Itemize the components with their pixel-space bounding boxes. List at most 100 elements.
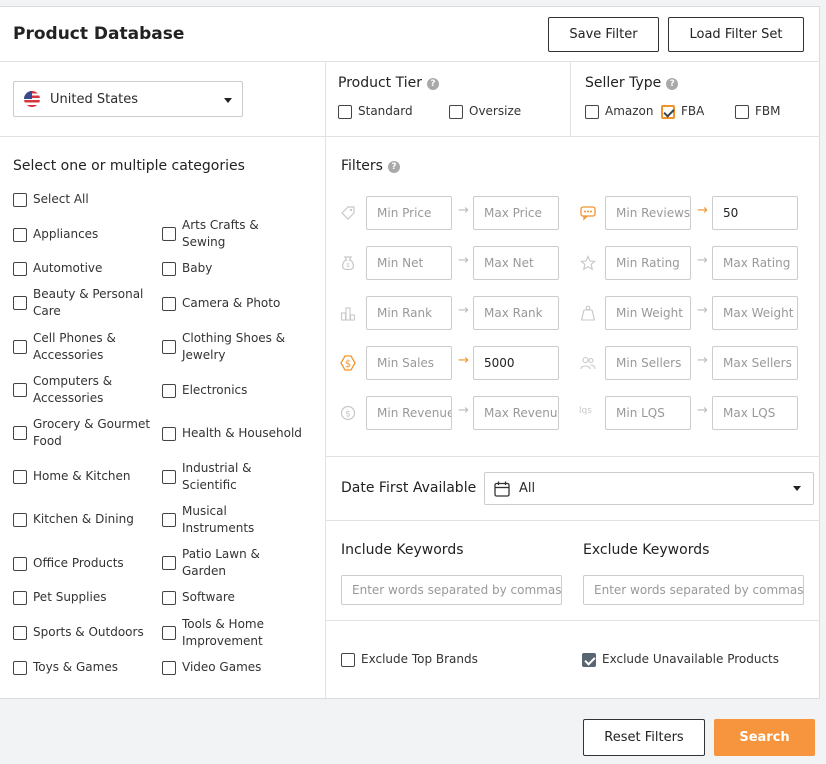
- category-checkbox[interactable]: Tools & Home Improvement: [162, 616, 277, 650]
- help-icon[interactable]: ?: [427, 78, 439, 90]
- min-revenue-input[interactable]: Min Revenue: [366, 396, 452, 430]
- category-checkbox[interactable]: Musical Instruments: [162, 503, 262, 537]
- chevron-down-icon: [224, 98, 232, 103]
- min-sales-input[interactable]: Min Sales: [366, 346, 452, 380]
- divider: [0, 136, 820, 137]
- arrow-right-icon: →: [697, 253, 708, 268]
- category-checkbox[interactable]: Grocery & Gourmet Food: [13, 416, 158, 450]
- divider: [326, 456, 820, 457]
- include-keywords-input[interactable]: Enter words separated by commas: [341, 575, 562, 605]
- svg-text:$: $: [345, 410, 351, 420]
- category-checkbox[interactable]: Computers & Accessories: [13, 373, 133, 407]
- arrow-right-icon: →: [458, 203, 469, 218]
- chevron-down-icon: [793, 486, 801, 491]
- min-reviews-input[interactable]: Min Reviews: [605, 196, 691, 230]
- divider: [570, 62, 571, 136]
- max-rank-input[interactable]: Max Rank: [473, 296, 559, 330]
- min-rank-input[interactable]: Min Rank: [366, 296, 452, 330]
- country-select[interactable]: United States: [13, 81, 243, 117]
- min-price-input[interactable]: Min Price: [366, 196, 452, 230]
- category-select-all-checkbox[interactable]: Select All: [13, 191, 89, 208]
- filters-label: Filters?: [341, 158, 400, 174]
- search-button[interactable]: Search: [714, 719, 815, 756]
- sellers-people-icon: [580, 356, 596, 370]
- min-weight-input[interactable]: Min Weight: [605, 296, 691, 330]
- max-reviews-input[interactable]: 50: [712, 196, 798, 230]
- category-checkbox[interactable]: Video Games: [162, 659, 261, 676]
- price-tag-icon: [341, 206, 355, 220]
- checkbox-checked-icon: [582, 652, 596, 667]
- category-checkbox[interactable]: Pet Supplies: [13, 589, 106, 606]
- arrow-right-icon: →: [697, 203, 708, 218]
- category-checkbox[interactable]: Cell Phones & Accessories: [13, 330, 143, 364]
- help-icon[interactable]: ?: [666, 78, 679, 90]
- help-icon[interactable]: ?: [387, 161, 400, 173]
- category-checkbox[interactable]: Office Products: [13, 555, 124, 572]
- category-checkbox[interactable]: Arts Crafts & Sewing: [162, 217, 274, 251]
- max-lqs-input[interactable]: Max LQS: [712, 396, 798, 430]
- max-revenue-input[interactable]: Max Revenue: [473, 396, 559, 430]
- exclude-unavailable-checkbox[interactable]: Exclude Unavailable Products: [582, 651, 779, 668]
- tier-standard-checkbox[interactable]: Standard: [338, 103, 413, 120]
- categories-title: Select one or multiple categories: [13, 158, 245, 174]
- category-checkbox[interactable]: Health & Household: [162, 425, 302, 442]
- max-sellers-input[interactable]: Max Sellers: [712, 346, 798, 380]
- us-flag-icon: [24, 91, 40, 107]
- category-checkbox[interactable]: Automotive: [13, 260, 102, 277]
- category-checkbox[interactable]: Software: [162, 589, 235, 606]
- category-checkbox[interactable]: Home & Kitchen: [13, 468, 131, 485]
- category-checkbox[interactable]: Clothing Shoes & Jewelry: [162, 330, 292, 364]
- min-net-input[interactable]: Min Net: [366, 246, 452, 280]
- category-checkbox[interactable]: Patio Lawn & Garden: [162, 546, 272, 580]
- date-first-available-select[interactable]: All: [484, 472, 814, 505]
- max-price-input[interactable]: Max Price: [473, 196, 559, 230]
- panel-header: Product Database Save Filter Load Filter…: [0, 7, 820, 62]
- seller-amazon-checkbox[interactable]: Amazon: [585, 103, 654, 120]
- exclude-top-brands-checkbox[interactable]: Exclude Top Brands: [341, 651, 478, 668]
- category-checkbox[interactable]: Toys & Games: [13, 659, 118, 676]
- reviews-chat-icon: [580, 206, 596, 221]
- category-checkbox[interactable]: Sports & Outdoors: [13, 624, 144, 641]
- product-tier-label: Product Tier?: [338, 75, 439, 91]
- category-checkbox[interactable]: Camera & Photo: [162, 295, 280, 312]
- date-first-available-label: Date First Available: [341, 480, 477, 496]
- checkbox-checked-icon: [661, 104, 675, 119]
- max-sales-input[interactable]: 5000: [473, 346, 559, 380]
- arrow-right-icon: →: [697, 303, 708, 318]
- save-filter-button[interactable]: Save Filter: [548, 17, 659, 52]
- category-checkbox[interactable]: Industrial & Scientific: [162, 460, 262, 494]
- category-checkbox[interactable]: Kitchen & Dining: [13, 511, 134, 528]
- max-rating-input[interactable]: Max Rating: [712, 246, 798, 280]
- rank-bars-icon: [340, 307, 356, 321]
- seller-fbm-checkbox[interactable]: FBM: [735, 103, 781, 120]
- filter-panel: Product Database Save Filter Load Filter…: [0, 6, 820, 700]
- min-lqs-input[interactable]: Min LQS: [605, 396, 691, 430]
- include-keywords-label: Include Keywords: [341, 542, 464, 558]
- lqs-icon: lqs: [579, 406, 592, 416]
- money-bag-icon: $: [342, 256, 354, 271]
- svg-text:$: $: [345, 359, 351, 370]
- svg-text:$: $: [346, 262, 350, 269]
- reset-filters-button[interactable]: Reset Filters: [583, 719, 705, 756]
- max-net-input[interactable]: Max Net: [473, 246, 559, 280]
- exclude-keywords-input[interactable]: Enter words separated by commas: [583, 575, 804, 605]
- category-checkbox[interactable]: Baby: [162, 260, 212, 277]
- calendar-icon: [494, 481, 510, 497]
- category-checkbox[interactable]: Electronics: [162, 382, 247, 399]
- min-rating-input[interactable]: Min Rating: [605, 246, 691, 280]
- tier-oversize-checkbox[interactable]: Oversize: [449, 103, 521, 120]
- exclude-keywords-label: Exclude Keywords: [583, 542, 710, 558]
- page-title: Product Database: [13, 24, 185, 44]
- divider: [325, 62, 326, 700]
- category-checkbox[interactable]: Beauty & Personal Care: [13, 286, 158, 320]
- date-select-value: All: [519, 481, 536, 496]
- min-sellers-input[interactable]: Min Sellers: [605, 346, 691, 380]
- seller-fba-checkbox[interactable]: FBA: [661, 103, 704, 120]
- arrow-right-icon: →: [458, 253, 469, 268]
- country-select-value: United States: [50, 91, 139, 107]
- load-filter-set-button[interactable]: Load Filter Set: [668, 17, 804, 52]
- seller-type-label: Seller Type?: [585, 75, 679, 91]
- category-checkbox[interactable]: Appliances: [13, 226, 98, 243]
- sales-dollar-icon: $: [340, 355, 356, 371]
- max-weight-input[interactable]: Max Weight: [712, 296, 798, 330]
